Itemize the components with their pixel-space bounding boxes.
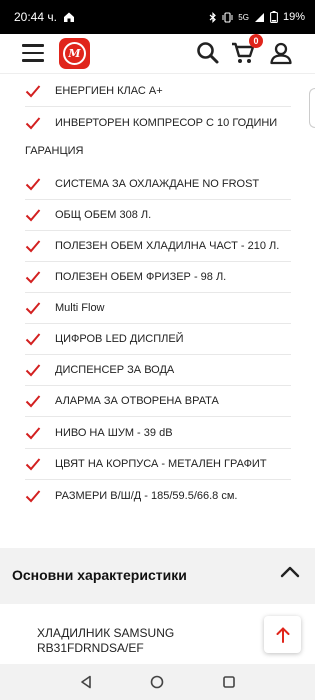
feature-text: НИВО НА ШУМ - 39 dB <box>55 427 173 439</box>
check-icon <box>25 178 41 191</box>
user-icon[interactable] <box>268 40 294 66</box>
feature-text: ИНВЕРТОРЕН КОМПРЕСОР С 10 ГОДИНИ <box>55 116 278 129</box>
chevron-up-icon[interactable] <box>279 564 301 580</box>
home-circle-icon <box>151 675 164 689</box>
network-type: 5G <box>238 12 249 22</box>
feature-item: ПОЛЕЗЕН ОБЕМ ФРИЗЕР - 98 Л. <box>25 262 291 293</box>
feature-text: ОБЩ ОБЕМ 308 Л. <box>55 209 152 221</box>
feature-text: ПОЛЕЗЕН ОБЕМ ХЛАДИЛНА ЧАСТ - 210 Л. <box>55 240 280 252</box>
product-name: ХЛАДИЛНИК SAMSUNG RB31FDRNDSA/EF <box>37 626 175 655</box>
feature-text: ЦВЯТ НА КОРПУСА - МЕТАЛЕН ГРАФИТ <box>55 458 267 470</box>
home-button[interactable] <box>147 672 167 692</box>
back-icon <box>81 675 91 689</box>
feature-item: ЦИФРОВ LED ДИСПЛЕЙ <box>25 324 291 355</box>
section-title: Основни характеристики <box>12 567 187 583</box>
feature-item: ИНВЕРТОРЕН КОМПРЕСОР С 10 ГОДИНИ <box>25 107 291 138</box>
feature-item: НИВО НА ШУМ - 39 dB <box>25 418 291 449</box>
check-icon <box>25 209 41 222</box>
vibrate-icon <box>222 11 233 23</box>
feature-text-wrap: ГАРАНЦИЯ <box>25 145 84 157</box>
check-icon <box>25 489 41 502</box>
cart-count-badge: 0 <box>249 34 263 48</box>
back-button[interactable] <box>76 672 96 692</box>
battery-icon <box>270 11 278 23</box>
recents-button[interactable] <box>219 672 239 692</box>
battery-percent: 19% <box>282 11 305 23</box>
check-icon <box>25 458 41 471</box>
feature-item: СИСТЕМА ЗА ОХЛАЖДАНЕ NO FROST <box>25 169 291 200</box>
home-status-icon <box>63 12 74 22</box>
logo-mark: M <box>63 42 86 65</box>
feature-item: АЛАРМА ЗА ОТВОРЕНА ВРАТА <box>25 386 291 417</box>
check-icon <box>25 85 41 98</box>
status-bar: 20:44 ч. 5G 19% <box>0 0 315 34</box>
bluetooth-icon <box>209 11 217 23</box>
feature-item: ЕНЕРГИЕН КЛАС А+ <box>25 76 291 107</box>
feature-item: ПОЛЕЗЕН ОБЕМ ХЛАДИЛНА ЧАСТ - 210 Л. <box>25 231 291 262</box>
search-icon[interactable] <box>195 40 221 66</box>
scroll-top-button[interactable] <box>264 616 301 653</box>
site-logo[interactable]: M <box>59 38 90 69</box>
system-nav-bar <box>0 664 315 700</box>
status-time: 20:44 ч. <box>14 10 57 24</box>
check-icon <box>25 116 41 129</box>
feature-text: АЛАРМА ЗА ОТВОРЕНА ВРАТА <box>55 395 219 407</box>
feature-item: РАЗМЕРИ В/Ш/Д - 185/59.5/66.8 см. <box>25 480 291 511</box>
feature-item: ОБЩ ОБЕМ 308 Л. <box>25 200 291 231</box>
check-icon <box>25 364 41 377</box>
recents-icon <box>223 676 235 688</box>
feature-item: ДИСПЕНСЕР ЗА ВОДА <box>25 355 291 386</box>
feature-text: ЕНЕРГИЕН КЛАС А+ <box>55 85 163 97</box>
check-icon <box>25 302 41 315</box>
hamburger-icon[interactable] <box>22 44 44 62</box>
site-header: M 0 <box>0 34 315 74</box>
feature-item: Multi Flow <box>25 293 291 324</box>
side-scroll-tab[interactable] <box>309 88 315 128</box>
arrow-up-icon <box>276 626 289 643</box>
check-icon <box>25 333 41 346</box>
feature-text: ДИСПЕНСЕР ЗА ВОДА <box>55 364 175 376</box>
feature-item: ЦВЯТ НА КОРПУСА - МЕТАЛЕН ГРАФИТ <box>25 449 291 480</box>
feature-text: ЦИФРОВ LED ДИСПЛЕЙ <box>55 333 184 345</box>
check-icon <box>25 240 41 253</box>
feature-text: СИСТЕМА ЗА ОХЛАЖДАНЕ NO FROST <box>55 178 260 190</box>
check-icon <box>25 271 41 284</box>
check-icon <box>25 395 41 408</box>
signal-icon <box>254 12 264 22</box>
feature-text: Multi Flow <box>55 302 105 314</box>
feature-text: РАЗМЕРИ В/Ш/Д - 185/59.5/66.8 см. <box>55 489 238 502</box>
feature-text: ПОЛЕЗЕН ОБЕМ ФРИЗЕР - 98 Л. <box>55 271 227 283</box>
check-icon <box>25 427 41 440</box>
